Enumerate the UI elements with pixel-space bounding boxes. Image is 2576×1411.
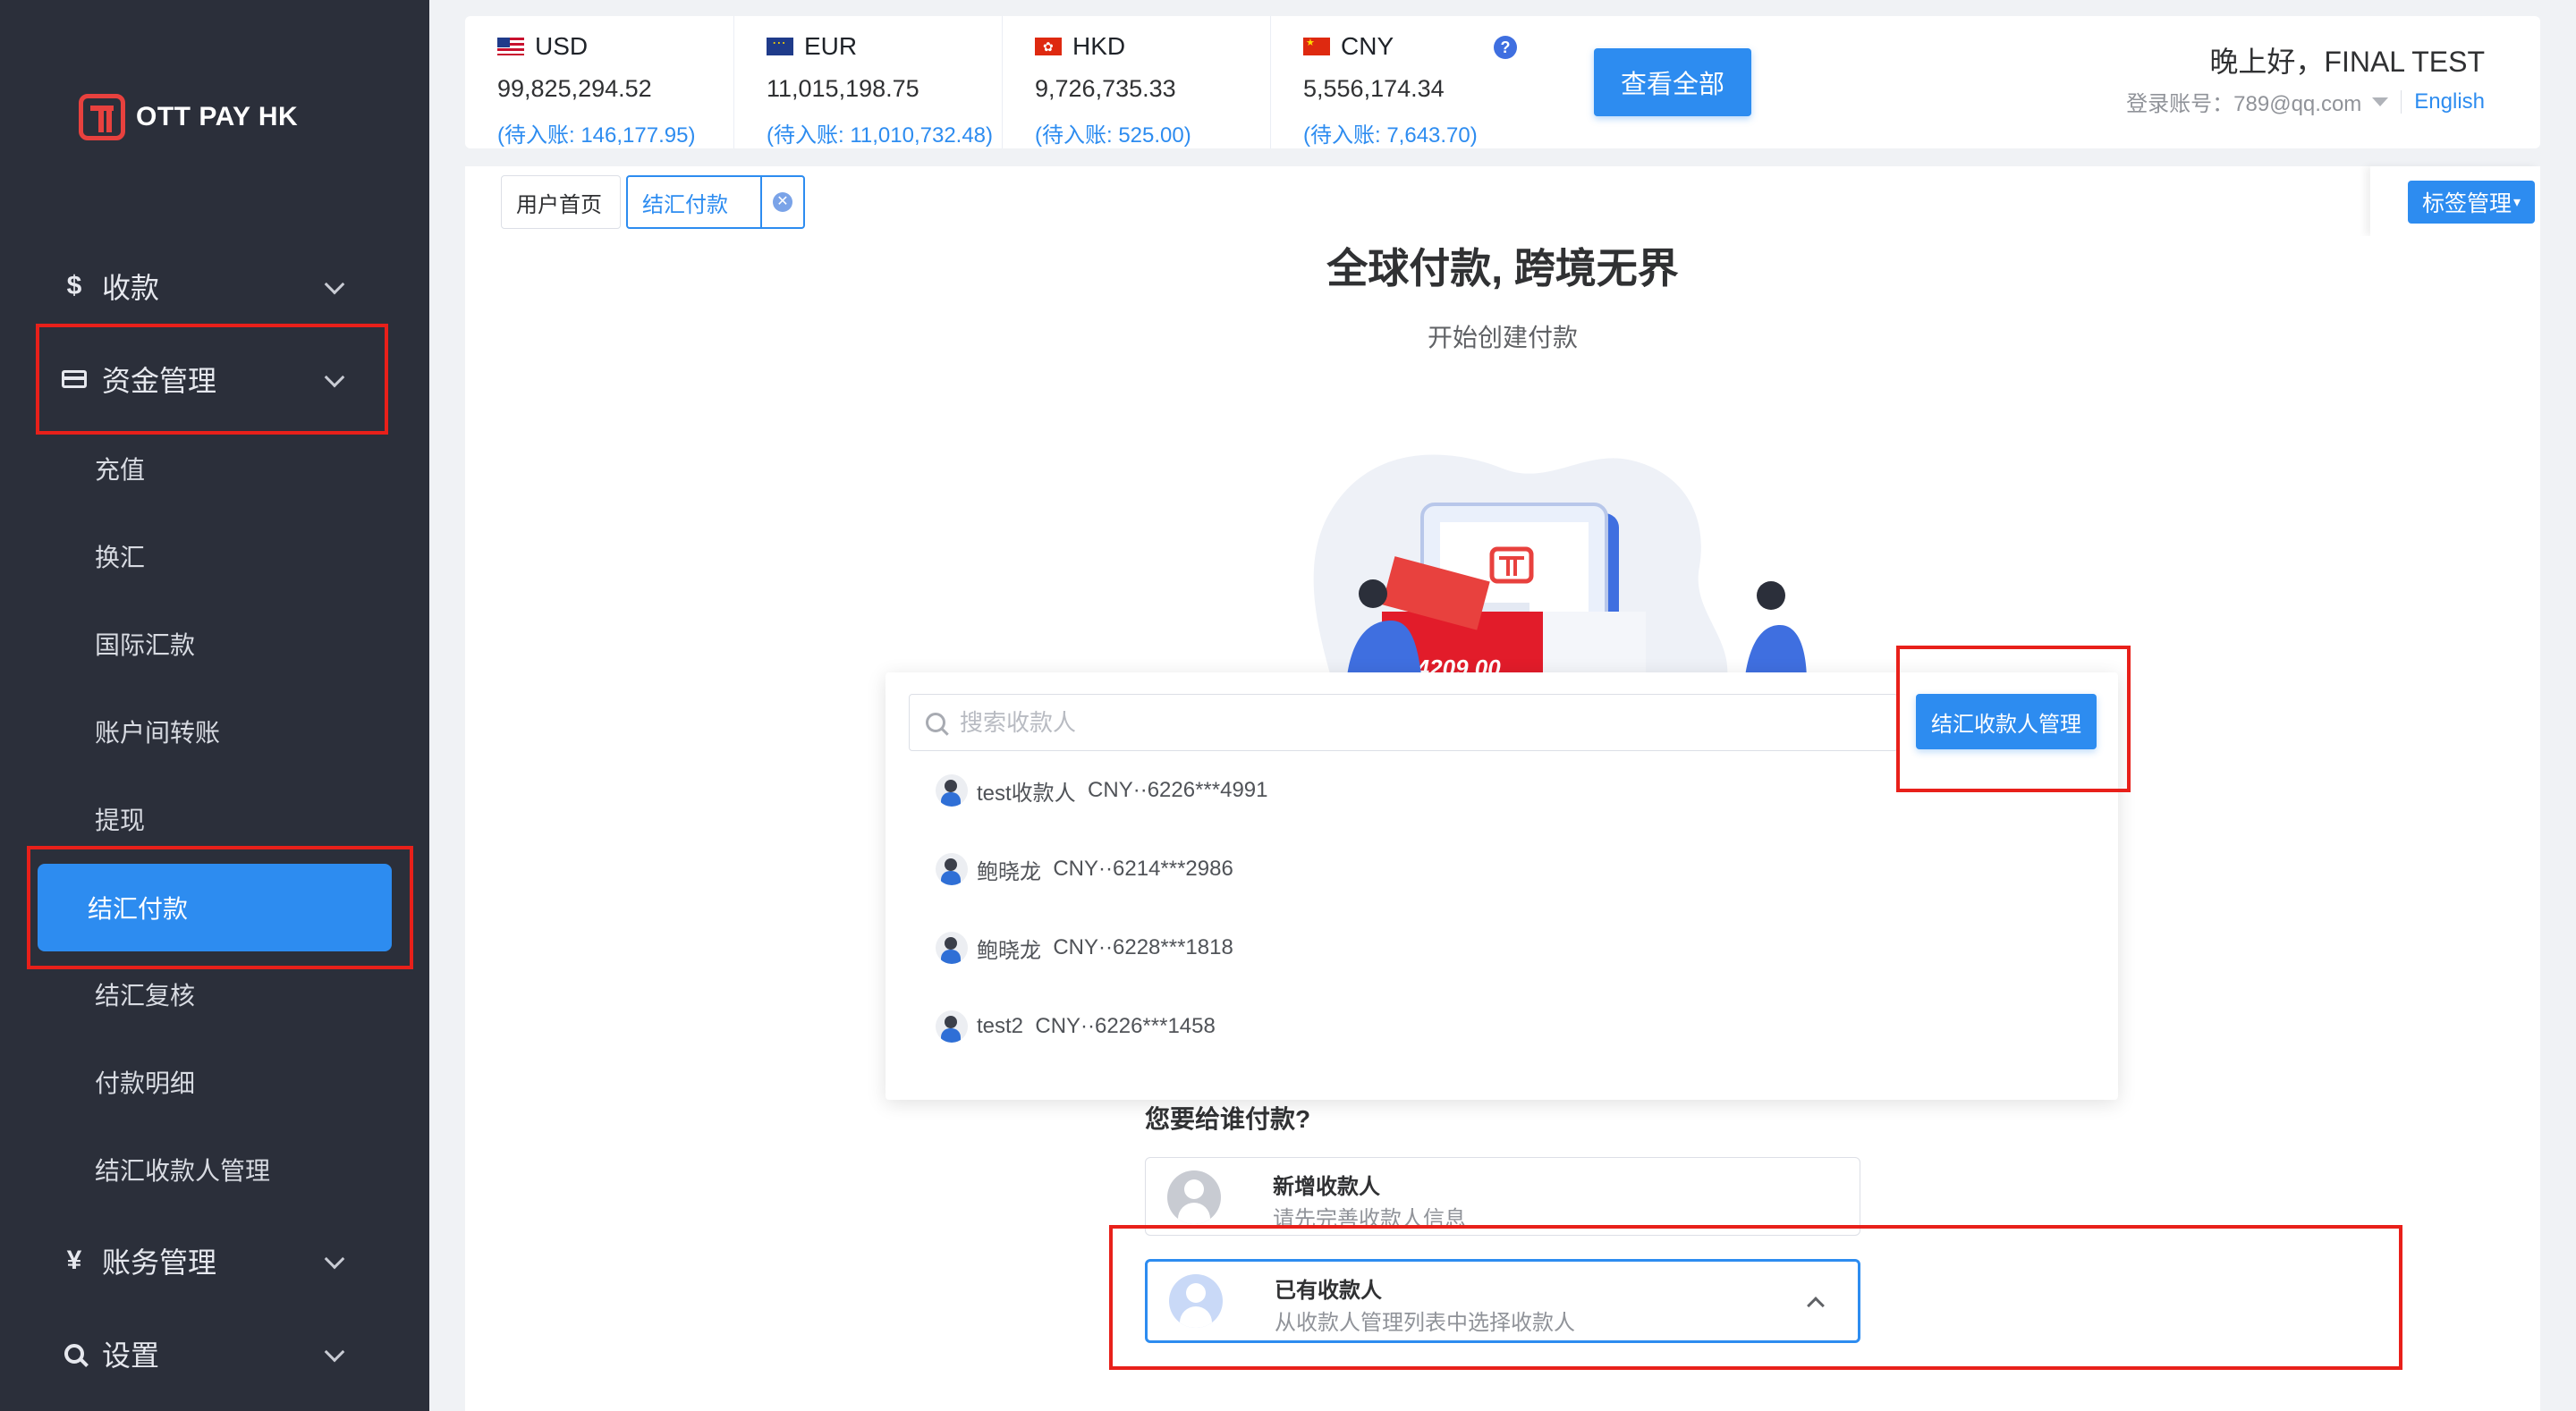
payment-illustration: $ 4209,00 (1313, 454, 1807, 683)
tab-user-home[interactable]: 用户首页 (501, 175, 621, 229)
sidebar-item-settlement-payment[interactable]: 结汇付款 (38, 864, 392, 951)
pending-amount: (待入账: 525.00) (1035, 123, 1191, 148)
payee-search-box[interactable] (909, 694, 1898, 751)
logo-icon (79, 94, 125, 140)
sidebar-item-payment-details[interactable]: 付款明细 (0, 1039, 429, 1125)
existing-payee-option[interactable]: 已有收款人 从收款人管理列表中选择收款人 (1145, 1259, 1860, 1343)
payee-name: 鲍晓龙 (977, 938, 1041, 963)
language-switch[interactable]: English (2414, 89, 2485, 114)
yen-icon: ¥ (66, 1246, 82, 1275)
sidebar-item-settlement-review[interactable]: 结汇复核 (0, 951, 429, 1037)
option-title: 已有收款人 (1275, 1279, 1382, 1303)
balance-amount: 11,015,198.75 (767, 75, 919, 102)
sidebar: OTT PAY HK $ 收款 资金管理 充值 换汇 国际汇款 账户间转账 提现… (0, 0, 429, 1411)
help-icon[interactable]: ? (1494, 36, 1517, 59)
card-icon (59, 370, 89, 388)
user-icon (1169, 1274, 1223, 1328)
currency-code: HKD (1072, 32, 1126, 60)
balance-amount: 9,726,735.33 (1035, 75, 1176, 102)
balance-amount: 5,556,174.34 (1303, 75, 1445, 102)
option-subtitle: 请先完善收款人信息 (1273, 1207, 1466, 1231)
caret-down-icon[interactable] (2372, 97, 2389, 106)
chevron-up-icon (1807, 1297, 1825, 1314)
close-icon: ✕ (773, 192, 792, 212)
tabs-bar: 用户首页 结汇付款 ✕ 标签管理 ▾ (465, 166, 2540, 236)
option-title: 新增收款人 (1273, 1175, 1380, 1199)
sidebar-item-exchange[interactable]: 换汇 (0, 513, 429, 599)
payee-management-button[interactable]: 结汇收款人管理 (1916, 694, 2097, 749)
menu-group-fund-management[interactable]: 资金管理 (0, 334, 429, 424)
sidebar-item-withdraw[interactable]: 提现 (0, 776, 429, 862)
balance-usd: USD 99,825,294.52 (待入账: 146,177.95) (465, 16, 733, 148)
payee-question: 您要给谁付款? (1145, 1105, 1311, 1133)
login-account-label[interactable]: 登录账号：789@qq.com (2126, 86, 2361, 117)
currency-code: CNY (1341, 32, 1394, 60)
sidebar-item-recharge[interactable]: 充值 (0, 426, 429, 511)
pending-amount: (待入账: 146,177.95) (497, 123, 696, 148)
new-payee-option[interactable]: 新增收款人 请先完善收款人信息 (1145, 1157, 1860, 1236)
balance-eur: EUR 11,015,198.75 (待入账: 11,010,732.48) (733, 16, 1002, 148)
logo[interactable]: OTT PAY HK (79, 93, 298, 141)
sidebar-item-international-remittance[interactable]: 国际汇款 (0, 601, 429, 687)
payee-name: test收款人 (977, 781, 1076, 806)
search-icon (59, 1344, 89, 1364)
menu-group-label: 账务管理 (102, 1246, 217, 1279)
option-subtitle: 从收款人管理列表中选择收款人 (1275, 1311, 1575, 1335)
tag-manager-button[interactable]: 标签管理 ▾ (2408, 181, 2535, 224)
hk-flag-icon (1035, 38, 1062, 55)
cn-flag-icon (1303, 38, 1330, 55)
page-subtitle: 开始创建付款 (1427, 324, 1578, 351)
sidebar-item-payee-management[interactable]: 结汇收款人管理 (0, 1127, 429, 1212)
eu-flag-icon (767, 38, 793, 55)
payee-account: CNY··6228***1818 (1053, 935, 1233, 959)
dollar-icon: $ (66, 271, 82, 300)
avatar (936, 1010, 968, 1043)
menu-group-accounting[interactable]: ¥ 账务管理 (0, 1216, 429, 1305)
menu-group-label: 收款 (102, 272, 160, 304)
page-title: 全球付款, 跨境无界 (1326, 245, 1679, 291)
balance-amount: 99,825,294.52 (497, 75, 652, 102)
currency-code: EUR (804, 32, 858, 60)
tab-settlement-payment[interactable]: 结汇付款 ✕ (626, 175, 805, 229)
payee-name: 鲍晓龙 (977, 859, 1041, 884)
tab-close-button[interactable]: ✕ (760, 177, 803, 227)
payee-search-input[interactable] (960, 708, 1854, 737)
payee-picker: 结汇收款人管理 test收款人 CNY··6226***4991 鲍晓龙 CNY… (886, 672, 2118, 1100)
balance-cny: CNY 5,556,174.34 (待入账: 7,643.70) (1270, 16, 1538, 148)
payee-account: CNY··6214***2986 (1053, 857, 1233, 881)
payee-row[interactable]: test2 CNY··6226***1458 (936, 1009, 1216, 1044)
avatar (936, 774, 968, 807)
payee-account: CNY··6226***1458 (1035, 1014, 1216, 1038)
menu-group-label: 设置 (102, 1339, 160, 1372)
chevron-down-icon (324, 274, 345, 295)
logo-text: OTT PAY HK (136, 102, 299, 131)
payee-row[interactable]: 鲍晓龙 CNY··6214***2986 (936, 851, 1233, 887)
us-flag-icon (497, 38, 524, 55)
avatar (936, 853, 968, 885)
payee-name: test2 (977, 1014, 1024, 1038)
currency-code: USD (535, 32, 589, 60)
chevron-down-icon (324, 367, 345, 388)
greeting: 晚上好，FINAL TEST (2209, 46, 2485, 78)
menu-group-label: 资金管理 (102, 365, 217, 397)
avatar (936, 932, 968, 964)
menu-group-collections[interactable]: $ 收款 (0, 241, 429, 331)
chevron-down-icon (324, 1341, 345, 1363)
search-icon (926, 713, 945, 732)
menu-group-settings[interactable]: 设置 (0, 1309, 429, 1398)
login-account: 登录账号：789@qq.com English (2126, 86, 2485, 117)
sidebar-item-internal-transfer[interactable]: 账户间转账 (0, 689, 429, 774)
view-all-button[interactable]: 查看全部 (1594, 48, 1751, 116)
payee-row[interactable]: test收款人 CNY··6226***4991 (936, 773, 1268, 808)
balance-bar: USD 99,825,294.52 (待入账: 146,177.95) EUR … (465, 16, 2540, 148)
pending-amount: (待入账: 7,643.70) (1303, 123, 1478, 148)
divider (2401, 89, 2402, 114)
payee-account: CNY··6226***4991 (1088, 778, 1268, 802)
pending-amount: (待入账: 11,010,732.48) (767, 123, 994, 148)
payee-row[interactable]: 鲍晓龙 CNY··6228***1818 (936, 930, 1233, 966)
chevron-down-icon (324, 1248, 345, 1270)
main-content: 全球付款, 跨境无界 开始创建付款 $ 4209,00 结汇收款人管理 test… (465, 236, 2540, 1411)
balance-hkd: HKD 9,726,735.33 (待入账: 525.00) (1002, 16, 1270, 148)
user-icon (1167, 1170, 1221, 1224)
